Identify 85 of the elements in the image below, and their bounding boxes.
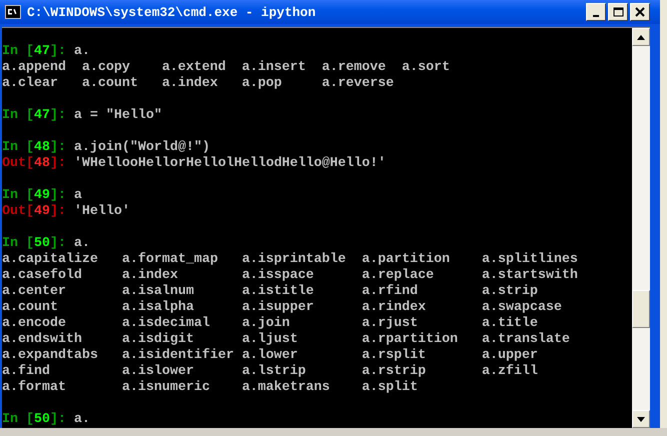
code-text: a	[74, 188, 82, 204]
minimize-icon	[593, 14, 599, 16]
completion-item: a.translate	[482, 332, 570, 347]
completion-item: a.sort	[402, 60, 450, 75]
code-text: a.join("World@!")	[74, 140, 210, 156]
completion-item: a.rsplit	[362, 348, 426, 363]
completion-item: a.isdecimal	[122, 316, 210, 331]
close-icon	[635, 7, 645, 17]
maximize-icon	[612, 7, 624, 17]
minimize-button[interactable]	[586, 3, 606, 21]
prompt: In [47]:	[2, 108, 66, 124]
completion-item: a.isupper	[242, 300, 314, 315]
code-text: 'Hello'	[74, 204, 130, 220]
completion-item: a.index	[122, 268, 178, 283]
prompt: In [47]:	[2, 44, 66, 60]
completion-item: a.isalpha	[122, 300, 194, 315]
completion-item: a.isprintable	[242, 252, 346, 267]
completion-item: a.split	[362, 380, 418, 395]
completion-item: a.lstrip	[242, 364, 306, 379]
completion-item: a.index	[162, 76, 218, 91]
code-text: a.	[74, 236, 90, 252]
completion-item: a.format_map	[122, 252, 218, 267]
completion-item: a.count	[2, 300, 58, 315]
completion-item: a.center	[2, 284, 66, 299]
completion-item: a.remove	[322, 60, 386, 75]
code-text: a.	[74, 412, 90, 428]
completion-item: a.isidentifier	[122, 348, 234, 363]
scrollbar[interactable]	[632, 28, 650, 428]
completion-item: a.reverse	[322, 76, 394, 91]
code-text: a = "Hello"	[74, 108, 162, 124]
completion-item: a.join	[242, 316, 290, 331]
completion-item: a.strip	[482, 284, 538, 299]
completion-item: a.insert	[242, 60, 306, 75]
completion-item: a.swapcase	[482, 300, 562, 315]
completion-item: a.islower	[122, 364, 194, 379]
completion-item: a.title	[482, 316, 538, 331]
completion-item: a.append	[2, 60, 66, 75]
completion-item: a.partition	[362, 252, 450, 267]
completion-item: a.endswith	[2, 332, 82, 347]
completion-item: a.zfill	[482, 364, 538, 379]
completion-item: a.istitle	[242, 284, 314, 299]
scroll-thumb[interactable]	[632, 290, 650, 328]
completion-item: a.expandtabs	[2, 348, 98, 363]
up-arrow-icon	[637, 34, 645, 40]
scroll-down-button[interactable]	[632, 410, 650, 428]
completion-item: a.find	[2, 364, 50, 379]
completion-item: a.isdigit	[122, 332, 194, 347]
completion-item: a.clear	[2, 76, 58, 91]
completion-item: a.rindex	[362, 300, 426, 315]
prompt: In [49]:	[2, 188, 66, 204]
prompt: In [48]:	[2, 140, 66, 156]
completion-item: a.rpartition	[362, 332, 458, 347]
scroll-up-button[interactable]	[632, 28, 650, 46]
code-text: 'WHellooHellorHellolHellodHello@Hello!'	[74, 156, 386, 172]
completion-item: a.rjust	[362, 316, 418, 331]
completion-item: a.replace	[362, 268, 434, 283]
completion-item: a.ljust	[242, 332, 298, 347]
completion-item: a.isalnum	[122, 284, 194, 299]
down-arrow-icon	[637, 416, 645, 422]
completion-item: a.splitlines	[482, 252, 578, 267]
completion-item: a.casefold	[2, 268, 82, 283]
console-icon	[5, 5, 21, 19]
window-title: C:\WINDOWS\system32\cmd.exe - ipython	[27, 4, 317, 20]
prompt: Out[49]:	[2, 204, 66, 220]
close-button[interactable]	[630, 3, 650, 21]
completion-item: a.upper	[482, 348, 538, 363]
completion-item: a.isspace	[242, 268, 314, 283]
completion-item: a.maketrans	[242, 380, 330, 395]
completion-item: a.isnumeric	[122, 380, 210, 395]
completion-item: a.pop	[242, 76, 282, 91]
completion-item: a.startswith	[482, 268, 578, 283]
completion-item: a.format	[2, 380, 66, 395]
prompt: In [50]:	[2, 412, 66, 428]
completion-item: a.encode	[2, 316, 66, 331]
completion-item: a.copy	[82, 60, 130, 75]
code-text: a.	[74, 44, 90, 60]
completion-item: a.count	[82, 76, 138, 91]
completion-item: a.extend	[162, 60, 226, 75]
completion-item: a.lower	[242, 348, 298, 363]
prompt: In [50]:	[2, 236, 66, 252]
completion-item: a.rfind	[362, 284, 418, 299]
prompt: Out[48]:	[2, 156, 66, 172]
completion-item: a.capitalize	[2, 252, 98, 267]
maximize-button[interactable]	[608, 3, 628, 21]
completion-item: a.rstrip	[362, 364, 426, 379]
